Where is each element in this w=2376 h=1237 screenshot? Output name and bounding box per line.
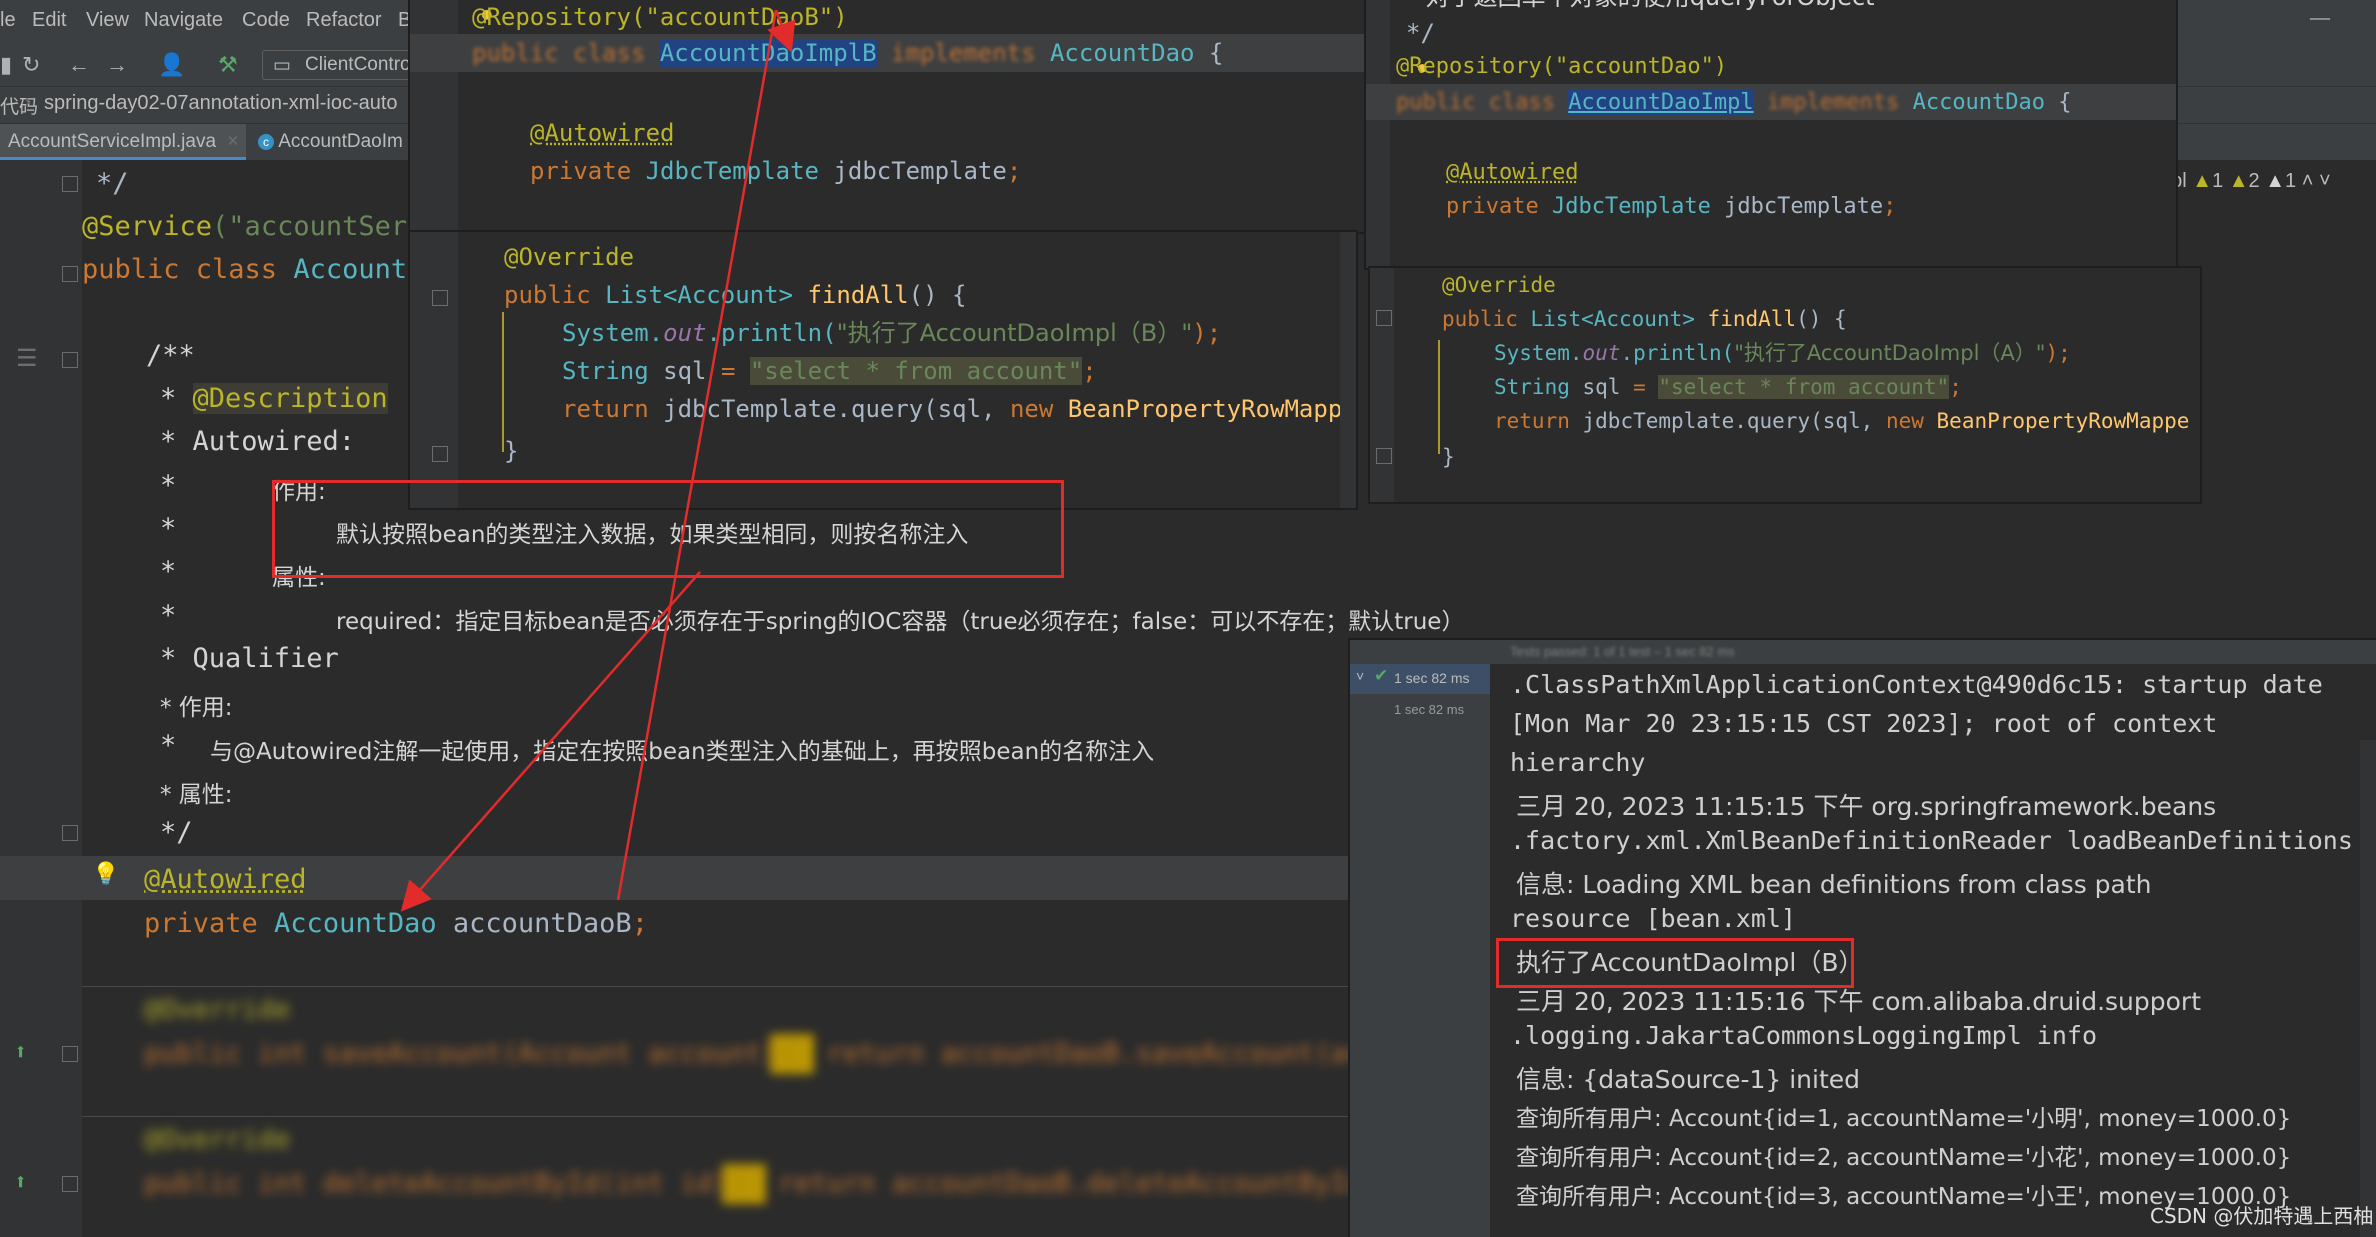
watermark: CSDN @伏加特遇上西柚 [2150, 1204, 2374, 1228]
annotation-arrows [400, 9, 796, 912]
arrow-line [616, 9, 778, 901]
arrow-to-repository [767, 9, 796, 53]
arrow-to-field [400, 571, 701, 912]
